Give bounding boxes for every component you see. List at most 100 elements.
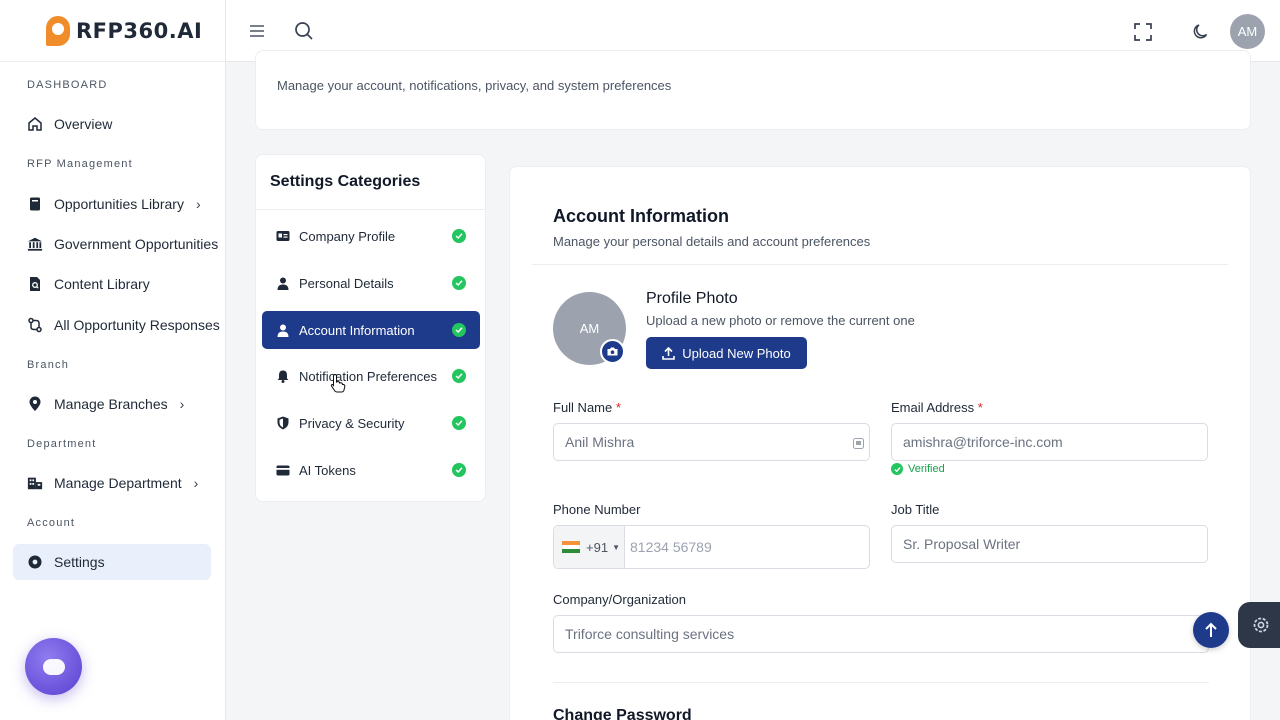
section-title: Account Information <box>553 206 729 226</box>
sidebar-item-overview[interactable]: Overview <box>13 106 211 142</box>
company-label: Company/Organization <box>553 592 686 607</box>
user-icon <box>276 276 290 290</box>
moon-icon <box>1193 24 1208 39</box>
section-branch: Branch <box>27 359 70 371</box>
divider <box>256 209 485 210</box>
verified-text: Verified <box>908 463 945 475</box>
check-circle-icon <box>891 463 903 475</box>
company-input[interactable]: Triforce consulting services <box>553 615 1209 653</box>
settings-header-card: Manage your account, notifications, priv… <box>255 50 1251 130</box>
email-label: Email Address * <box>891 400 983 415</box>
country-code-select[interactable]: +91 ▼ <box>554 526 625 568</box>
arrow-up-icon <box>1205 622 1217 637</box>
section-department: Department <box>27 438 97 450</box>
check-circle-icon <box>452 463 466 477</box>
job-title-value: Sr. Proposal Writer <box>903 536 1021 552</box>
india-flag-icon <box>562 541 580 553</box>
section-dashboard: DASHBOARD <box>27 79 108 91</box>
category-label: Privacy & Security <box>299 415 405 431</box>
user-avatar[interactable]: AM <box>1230 14 1265 49</box>
category-account-information[interactable]: Account Information <box>262 311 480 349</box>
sidebar-item-government-opportunities[interactable]: Government Opportunities <box>13 226 218 262</box>
category-label: Company Profile <box>299 228 396 244</box>
full-name-label: Full Name * <box>553 400 621 415</box>
section-account: Account <box>27 517 76 529</box>
sidebar-item-settings[interactable]: Settings <box>13 544 211 580</box>
email-input[interactable]: amishra@triforce-inc.com <box>891 423 1208 461</box>
change-password-title: Change Password <box>553 707 692 720</box>
check-circle-icon <box>452 369 466 383</box>
chat-bubble-icon <box>42 658 65 675</box>
gear-icon <box>27 554 43 570</box>
full-name-label-text: Full Name <box>553 400 613 415</box>
book-icon <box>27 196 43 212</box>
check-circle-icon <box>452 416 466 430</box>
logo-text: RFP360.AI <box>76 18 203 43</box>
sidebar-item-content-library[interactable]: Content Library <box>13 266 211 302</box>
upload-photo-button[interactable]: Upload New Photo <box>646 337 807 369</box>
sidebar-item-label: Manage Department <box>54 475 182 491</box>
chevron-right-icon: › <box>179 396 185 412</box>
fullscreen-button[interactable] <box>1131 20 1155 44</box>
category-privacy-security[interactable]: Privacy & Security <box>262 404 480 442</box>
phone-input[interactable]: +91 ▼ 81234 56789 <box>553 525 870 569</box>
change-photo-button[interactable] <box>600 339 625 364</box>
sidebar-item-label: All Opportunity Responses <box>54 317 220 333</box>
git-compare-icon <box>27 317 43 333</box>
search-button[interactable] <box>292 19 316 43</box>
required-marker: * <box>615 400 621 415</box>
full-name-value: Anil Mishra <box>565 434 635 450</box>
menu-toggle-button[interactable] <box>245 19 269 43</box>
sidebar-item-manage-department[interactable]: Manage Department › <box>13 465 211 501</box>
divider <box>553 682 1209 683</box>
scroll-to-top-button[interactable] <box>1193 612 1229 648</box>
sidebar-item-label: Government Opportunities <box>54 236 219 252</box>
sidebar-item-all-opportunity-responses[interactable]: All Opportunity Responses <box>13 307 220 343</box>
bank-icon <box>27 236 43 252</box>
email-verified-badge: Verified <box>891 463 945 475</box>
account-information-card: Account Information Manage your personal… <box>509 166 1251 720</box>
full-name-input[interactable]: Anil Mishra <box>553 423 870 461</box>
camera-icon <box>607 347 618 356</box>
credit-card-icon <box>276 463 290 477</box>
required-marker: * <box>977 400 983 415</box>
sidebar-item-label: Manage Branches <box>54 396 168 412</box>
category-company-profile[interactable]: Company Profile <box>262 217 480 255</box>
section-subtitle: Manage your personal details and account… <box>553 234 871 249</box>
category-notification-preferences[interactable]: Notification Preferences <box>262 357 480 395</box>
fullscreen-icon <box>1134 23 1152 41</box>
category-ai-tokens[interactable]: AI Tokens <box>262 451 480 489</box>
category-label: Account Information <box>299 322 415 338</box>
category-personal-details[interactable]: Personal Details <box>262 264 480 302</box>
divider <box>532 264 1228 265</box>
check-circle-icon <box>452 323 466 337</box>
category-label: Notification Preferences <box>299 368 438 384</box>
check-circle-icon <box>452 229 466 243</box>
bell-icon <box>276 369 290 383</box>
company-value: Triforce consulting services <box>565 626 735 642</box>
sidebar-item-label: Opportunities Library <box>54 196 184 212</box>
caret-down-icon: ▼ <box>612 542 620 552</box>
category-label: AI Tokens <box>299 462 356 478</box>
map-pin-icon <box>27 396 43 412</box>
upload-label: Upload New Photo <box>682 345 791 361</box>
shield-icon <box>276 416 290 430</box>
sidebar: RFP360.AI DASHBOARD Overview RFP Managem… <box>0 0 226 720</box>
app-logo[interactable]: RFP360.AI <box>0 0 225 62</box>
email-value: amishra@triforce-inc.com <box>903 434 1063 450</box>
sidebar-item-manage-branches[interactable]: Manage Branches › <box>13 386 211 422</box>
gear-icon <box>1253 617 1269 633</box>
check-circle-icon <box>452 276 466 290</box>
categories-title: Settings Categories <box>270 173 421 190</box>
job-title-input[interactable]: Sr. Proposal Writer <box>891 525 1208 563</box>
category-label: Personal Details <box>299 275 394 291</box>
document-search-icon <box>27 276 43 292</box>
chat-assistant-button[interactable] <box>25 638 82 695</box>
id-card-icon <box>276 229 290 243</box>
logo-mark-icon <box>46 15 70 46</box>
sidebar-item-opportunities-library[interactable]: Opportunities Library › <box>13 186 211 222</box>
phone-label: Phone Number <box>553 502 641 517</box>
theme-toggle-button[interactable] <box>1189 20 1213 44</box>
theme-customizer-button[interactable] <box>1238 602 1280 648</box>
building-icon <box>27 475 43 491</box>
